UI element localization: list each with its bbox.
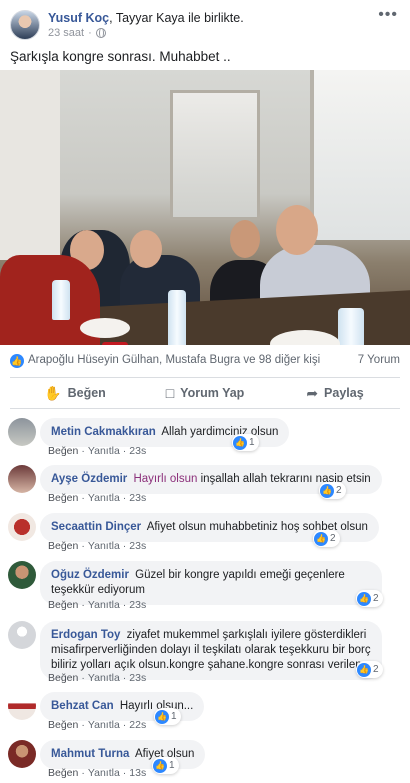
speech-bubble-icon: □ <box>165 385 175 401</box>
like-button[interactable]: ✋ Beğen <box>10 378 140 408</box>
comment-reply-link[interactable]: Yanıtla <box>88 599 120 611</box>
like-reaction-icon: 👍 <box>357 591 371 606</box>
comment-time[interactable]: 23s <box>129 540 146 552</box>
comment-links: Beğen · Yanıtla · 23s <box>48 599 147 611</box>
comment-time[interactable]: 23s <box>129 445 146 457</box>
comment-links: Beğen · Yanıtla · 13s <box>48 767 147 779</box>
like-reaction-icon: 👍 <box>314 531 328 546</box>
globe-icon <box>95 28 106 38</box>
like-reaction-icon: 👍 <box>357 662 371 677</box>
comment-button[interactable]: □ Yorum Yap <box>140 378 270 408</box>
like-button-label: Beğen <box>67 386 106 400</box>
comment-mention[interactable]: Hayırlı olsun <box>133 473 197 485</box>
comment-like-link[interactable]: Beğen <box>48 672 78 684</box>
share-button[interactable]: ➦ Paylaş <box>270 378 400 408</box>
share-arrow-icon: ➦ <box>306 384 319 401</box>
comment-like-link[interactable]: Beğen <box>48 719 78 731</box>
comment-reaction-count[interactable]: 👍 2 <box>313 530 340 547</box>
comment-links: Beğen · Yanıtla · 23s <box>48 540 147 552</box>
commenter-avatar[interactable] <box>8 740 36 768</box>
comment-reaction-count[interactable]: 👍 1 <box>232 434 259 451</box>
comment-links: Beğen · Yanıtla · 23s <box>48 672 147 684</box>
reactions-summary[interactable]: Arapoğlu Hüseyin Gülhan, Mustafa Bugra v… <box>28 354 320 366</box>
comment-like-link[interactable]: Beğen <box>48 445 78 457</box>
comment-reply-link[interactable]: Yanıtla <box>88 445 120 457</box>
like-reaction-icon: 👍 <box>233 435 247 450</box>
commenter-avatar[interactable] <box>8 692 36 720</box>
comment-links: Beğen · Yanıtla · 23s <box>48 445 147 457</box>
more-dots-icon[interactable]: ••• <box>378 6 398 24</box>
like-reaction-icon: 👍 <box>320 483 334 498</box>
post-photo[interactable] <box>0 70 410 345</box>
author-name[interactable]: Yusuf Koç <box>48 11 109 25</box>
thumbs-up-icon: ✋ <box>44 384 62 401</box>
comment-like-link[interactable]: Beğen <box>48 540 78 552</box>
comment-like-link[interactable]: Beğen <box>48 767 78 779</box>
commenter-name[interactable]: Ayşe Özdemir <box>51 473 127 485</box>
comment-reply-link[interactable]: Yanıtla <box>88 672 120 684</box>
comment-bubble: Mahmut Turna Afiyet olsun <box>40 740 206 769</box>
comment-time[interactable]: 13s <box>129 767 146 779</box>
comment-reply-link[interactable]: Yanıtla <box>88 540 120 552</box>
comment-like-link[interactable]: Beğen <box>48 492 78 504</box>
tagged-with-text[interactable]: , Tayyar Kaya ile birlikte. <box>109 11 244 25</box>
commenter-avatar[interactable] <box>8 418 36 446</box>
like-reaction-icon: 👍 <box>10 354 24 368</box>
post-time[interactable]: 23 saat <box>48 27 84 39</box>
commenter-name[interactable]: Erdogan Toy <box>51 629 120 641</box>
like-reaction-icon: 👍 <box>153 758 167 773</box>
comment-time[interactable]: 23s <box>129 672 146 684</box>
comment-time[interactable]: 23s <box>129 599 146 611</box>
commenter-name[interactable]: Behzat Can <box>51 700 114 712</box>
commenter-avatar[interactable] <box>8 621 36 649</box>
reactions-bar: 👍 Arapoğlu Hüseyin Gülhan, Mustafa Bugra… <box>0 347 410 375</box>
comment-reply-link[interactable]: Yanıtla <box>88 492 120 504</box>
comment-reaction-count[interactable]: 👍 1 <box>154 708 181 725</box>
author-line: Yusuf Koç, Tayyar Kaya ile birlikte. <box>48 11 244 25</box>
comment-reaction-count[interactable]: 👍 1 <box>152 757 179 774</box>
commenter-avatar[interactable] <box>8 513 36 541</box>
like-reaction-icon: 👍 <box>155 709 169 724</box>
comment-text: Allah yardimciniz olsun <box>161 426 279 438</box>
comment-like-link[interactable]: Beğen <box>48 599 78 611</box>
post-meta: 23 saat · <box>48 27 106 39</box>
comment-links: Beğen · Yanıtla · 23s <box>48 492 147 504</box>
comment-reaction-count[interactable]: 👍 2 <box>356 661 383 678</box>
commenter-name[interactable]: Secaattin Dinçer <box>51 521 141 533</box>
commenter-avatar[interactable] <box>8 465 36 493</box>
comment-button-label: Yorum Yap <box>180 386 245 400</box>
comment-time[interactable]: 23s <box>129 492 146 504</box>
comment-time[interactable]: 22s <box>129 719 146 731</box>
post-header: Yusuf Koç, Tayyar Kaya ile birlikte. 23 … <box>0 0 410 44</box>
commenter-name[interactable]: Mahmut Turna <box>51 748 129 760</box>
author-avatar[interactable] <box>10 10 40 40</box>
comment-reaction-count[interactable]: 👍 2 <box>319 482 346 499</box>
comment-links: Beğen · Yanıtla · 22s <box>48 719 147 731</box>
share-button-label: Paylaş <box>324 386 364 400</box>
post-actions: ✋ Beğen □ Yorum Yap ➦ Paylaş <box>10 377 400 409</box>
comment-count[interactable]: 7 Yorum <box>358 354 400 366</box>
comment-reply-link[interactable]: Yanıtla <box>88 767 120 779</box>
post-text: Şarkışla kongre sonrası. Muhabbet .. <box>10 49 231 64</box>
commenter-avatar[interactable] <box>8 561 36 589</box>
comment-text: inşallah allah tekrarını nasip etsin <box>200 473 371 485</box>
comment-reaction-count[interactable]: 👍 2 <box>356 590 383 607</box>
commenter-name[interactable]: Metin Cakmakkıran <box>51 426 156 438</box>
commenter-name[interactable]: Oğuz Özdemir <box>51 569 129 581</box>
comment-reply-link[interactable]: Yanıtla <box>88 719 120 731</box>
